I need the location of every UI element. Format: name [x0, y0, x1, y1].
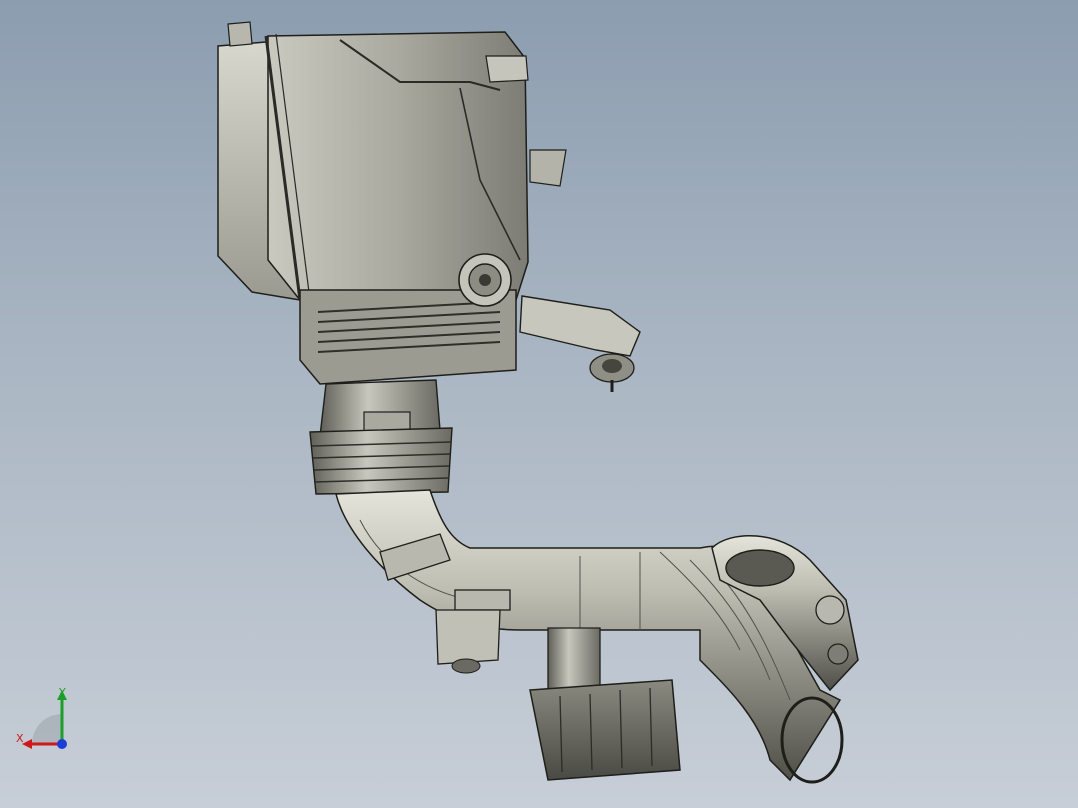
x-axis-label: X [16, 732, 24, 745]
resonator-chamber[interactable] [529, 627, 681, 781]
outlet-neck[interactable] [309, 379, 453, 495]
3d-viewport[interactable]: X Y [0, 0, 1078, 808]
coordinate-triad [22, 690, 67, 749]
z-axis-dot [57, 739, 67, 749]
y-axis-label: Y [59, 686, 66, 699]
triad-plane-shadow [32, 714, 62, 744]
air-filter-box[interactable] [217, 21, 567, 385]
mounting-bracket[interactable] [519, 295, 641, 392]
cad-model-air-intake-assembly[interactable] [0, 0, 1078, 808]
